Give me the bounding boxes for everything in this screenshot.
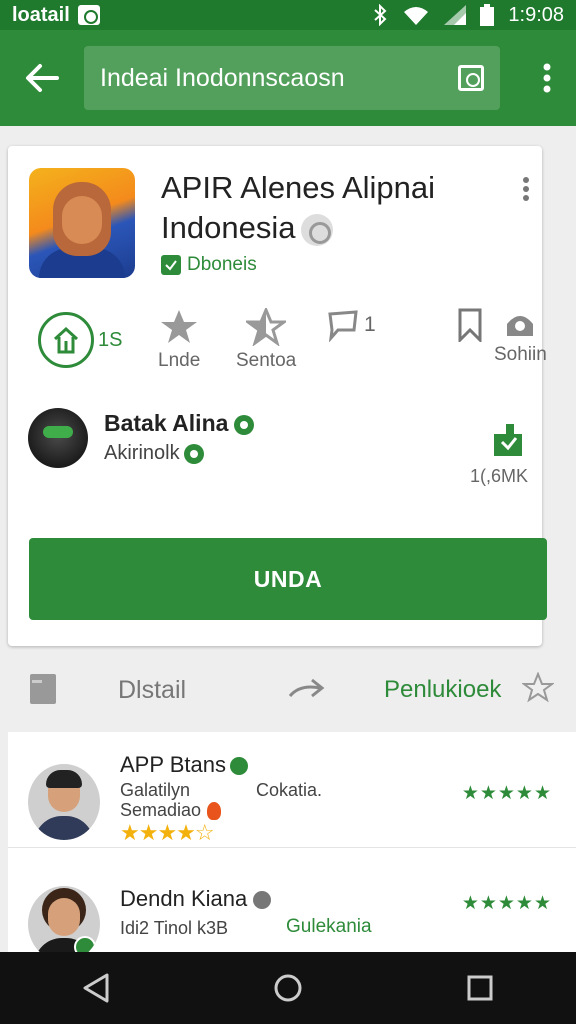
rating-stars: ★★★★★ (461, 893, 552, 914)
stat-label: Sentoa (236, 350, 297, 371)
gear-icon (234, 414, 255, 435)
star-icon (161, 310, 198, 343)
reviewer-subtitle: Akirinolk (104, 442, 204, 465)
review-line1: Galatilyn (120, 780, 191, 800)
badge-icon (183, 443, 204, 464)
nav-back-button[interactable] (66, 958, 126, 1018)
review-tag: Cokatia. (256, 780, 323, 800)
rating-stars: ★★★★★ (461, 783, 552, 804)
more-options-button[interactable] (532, 50, 562, 106)
more-vert-icon (543, 63, 551, 93)
card-more-button[interactable] (514, 174, 538, 204)
bookmark-icon (458, 308, 482, 342)
verified-badge-icon (301, 213, 334, 246)
nav-back-icon (83, 973, 109, 1003)
battery-icon (480, 4, 495, 26)
wifi-icon (404, 7, 429, 25)
install-home-icon (38, 312, 94, 368)
stat-comments[interactable]: 1 (326, 308, 376, 342)
download-icon[interactable] (488, 420, 528, 460)
search-input[interactable]: Indeai Inodonnscaosn (84, 46, 500, 110)
star-outline-icon[interactable] (522, 672, 554, 704)
back-button[interactable] (14, 50, 70, 106)
avatar (28, 764, 100, 840)
search-text: Indeai Inodonnscaosn (100, 63, 345, 92)
qr-icon[interactable] (458, 65, 484, 91)
notification-icon (77, 5, 100, 25)
review-line2: Semadiao (120, 800, 222, 821)
developer-name: Dboneis (187, 254, 257, 275)
install-count-label: 1S (98, 328, 123, 351)
arrow-right-icon[interactable] (286, 674, 326, 704)
install-count: 1S (38, 312, 122, 368)
comment-icon (328, 310, 358, 342)
bluetooth-icon (374, 4, 387, 26)
developer-row[interactable]: Dboneis (161, 254, 257, 276)
reviewer-name: APP Btans (120, 752, 248, 778)
gear-icon (230, 757, 248, 776)
badge-icon (253, 891, 272, 910)
stat-label: 1 (364, 313, 376, 336)
app-detail-card: APIR Alenes Alipnai Indonesia Dboneis 1S… (8, 146, 547, 646)
tab-reviews[interactable]: Penlukioek (384, 676, 501, 704)
install-button[interactable]: UNDA (29, 538, 547, 620)
app-icon (29, 168, 135, 278)
nav-recents-button[interactable] (450, 958, 510, 1018)
reviewer-name: Dendn Kiana (120, 886, 272, 912)
status-left: loatail (12, 4, 100, 27)
status-right: 1:9:08 (372, 4, 564, 27)
reviews-list: APP Btans Galatilyn Semadiao Cokatia. ★★… (8, 732, 576, 962)
size-label: 1(,6MK (469, 466, 528, 486)
clock: 1:9:08 (508, 3, 564, 26)
nav-home-icon (274, 974, 302, 1002)
bookmark-button[interactable] (456, 308, 484, 342)
signal-icon (444, 5, 467, 25)
stat-label: Lnde (158, 350, 201, 371)
carrier-label: loatail (12, 3, 70, 26)
developer-badge-icon (161, 255, 181, 275)
flame-icon (207, 802, 222, 821)
app-bar: Indeai Inodonnscaosn (0, 30, 576, 126)
stats-row: 1S Lnde Sentoa 1 Sohiin (8, 300, 547, 380)
tab-detail[interactable]: Dlstail (118, 676, 186, 705)
nav-home-button[interactable] (258, 958, 318, 1018)
app-title: APIR Alenes Alipnai Indonesia (161, 170, 436, 246)
review-line1: Idi2 Tinol k3B (120, 918, 229, 938)
navigation-bar (0, 952, 576, 1024)
avatar (28, 408, 88, 468)
share-button[interactable]: Sohiin (494, 308, 547, 366)
star-half-icon (246, 308, 287, 346)
featured-reviewer[interactable]: Batak Alina Akirinolk 1(,6MK (28, 408, 528, 498)
nav-recents-icon (467, 975, 493, 1001)
stat-reviews[interactable]: Sentoa (236, 308, 296, 372)
back-arrow-icon (26, 64, 59, 92)
stat-label: Sohiin (494, 344, 547, 365)
stat-rating[interactable]: Lnde (158, 308, 200, 372)
list-item[interactable]: APP Btans Galatilyn Semadiao Cokatia. ★★… (8, 732, 576, 848)
status-bar: loatail 1:9:08 (0, 0, 576, 30)
review-tag: Gulekania (286, 916, 372, 937)
share-icon (507, 316, 534, 336)
rating-stars-gold: ★★★★☆ (120, 820, 215, 845)
reviewer-name: Batak Alina (104, 410, 255, 437)
avatar (28, 886, 100, 962)
tabs-row: Dlstail Penlukioek (0, 666, 576, 714)
more-vert-icon (523, 177, 529, 201)
document-icon (30, 674, 56, 704)
